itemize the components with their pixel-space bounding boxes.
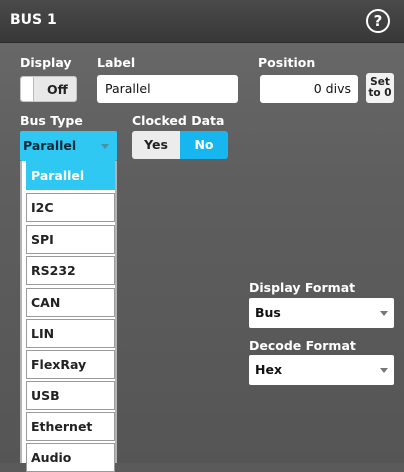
bus-type-label: Bus Type <box>20 113 83 128</box>
decode-format-dropdown[interactable]: Hex <box>249 355 394 385</box>
chevron-down-icon <box>380 368 388 373</box>
clocked-data-yes-button[interactable]: Yes <box>132 131 180 159</box>
clocked-data-no-button[interactable]: No <box>180 131 228 159</box>
display-format-value: Bus <box>255 305 281 320</box>
label-input-value: Parallel <box>105 81 151 96</box>
bus-type-option-flexray[interactable]: FlexRay <box>26 350 115 379</box>
bus-type-option-i2c[interactable]: I2C <box>26 193 115 222</box>
title-bar: BUS 1 ? <box>0 0 404 43</box>
display-format-dropdown[interactable]: Bus <box>249 298 394 328</box>
help-icon[interactable]: ? <box>366 9 390 33</box>
bus-type-option-spi[interactable]: SPI <box>26 225 115 254</box>
chevron-down-icon <box>380 311 388 316</box>
bus-type-value: Parallel <box>23 138 77 153</box>
bus-type-option-parallel[interactable]: Parallel <box>26 161 115 190</box>
bus-config-panel: BUS 1 ? Display Off Label Parallel Posit… <box>0 0 404 472</box>
bus-type-option-audio[interactable]: Audio <box>26 443 115 472</box>
label-input[interactable]: Parallel <box>97 75 238 103</box>
bus-type-option-lin[interactable]: LIN <box>26 319 115 348</box>
bus-type-option-ethernet[interactable]: Ethernet <box>26 412 115 441</box>
display-format-label: Display Format <box>249 280 356 295</box>
display-toggle[interactable]: Off <box>20 76 77 102</box>
position-label: Position <box>258 55 316 70</box>
set-to-zero-line2: to 0 <box>368 87 392 99</box>
position-value: 0 divs <box>313 81 351 96</box>
decode-format-value: Hex <box>255 362 283 377</box>
window-title: BUS 1 <box>10 12 57 28</box>
bus-type-list: Parallel I2C SPI RS232 CAN LIN FlexRay U… <box>20 161 117 472</box>
set-to-zero-button[interactable]: Set to 0 <box>366 73 394 103</box>
bus-type-option-can[interactable]: CAN <box>26 288 115 317</box>
clocked-data-label: Clocked Data <box>132 113 225 128</box>
display-toggle-value: Off <box>47 82 68 97</box>
toggle-knob <box>21 77 34 101</box>
bus-type-dropdown[interactable]: Parallel <box>20 131 117 161</box>
bus-type-option-usb[interactable]: USB <box>26 381 115 410</box>
decode-format-label: Decode Format <box>249 338 356 353</box>
chevron-down-icon <box>101 144 109 149</box>
position-input[interactable]: 0 divs <box>260 75 358 103</box>
label-label: Label <box>97 55 136 70</box>
display-label: Display <box>20 55 72 70</box>
bus-type-option-rs232[interactable]: RS232 <box>26 256 115 285</box>
